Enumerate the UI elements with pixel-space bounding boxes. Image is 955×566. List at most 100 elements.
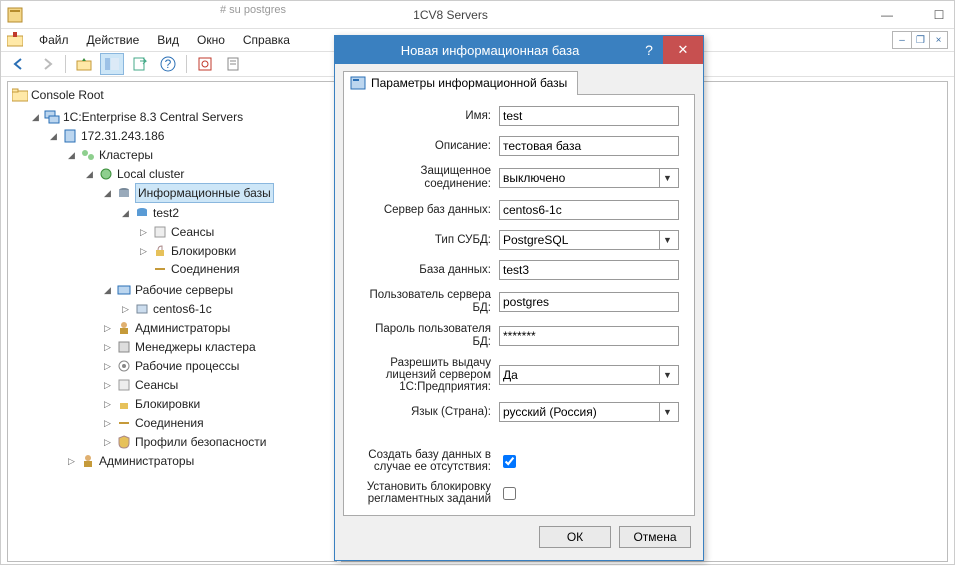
input-dbpass[interactable] [499,326,679,346]
expand-icon[interactable]: ▷ [102,360,113,371]
checkbox-block-jobs[interactable] [503,487,516,500]
expand-icon[interactable]: ▷ [102,322,113,333]
tree-connections2[interactable]: ▷Соединения [102,414,204,432]
minimize-button[interactable]: — [872,3,902,26]
tree-server-ip[interactable]: ◢172.31.243.186 [48,127,164,145]
tree-console-root[interactable]: Console Root [12,86,104,104]
expand-icon[interactable]: ▷ [102,398,113,409]
mdi-close[interactable]: × [929,32,947,48]
ok-button[interactable]: ОК [539,526,611,548]
sessions-icon [116,377,132,393]
cancel-button[interactable]: Отмена [619,526,691,548]
dialog-titlebar[interactable]: Новая информационная база ? ✕ [335,36,703,64]
collapse-icon[interactable]: ◢ [48,131,59,142]
tree-infobases[interactable]: ◢Информационные базы [102,183,274,203]
collapse-icon[interactable]: ◢ [84,169,95,180]
label-secure: Защищенное соединение: [354,165,499,191]
up-button[interactable] [72,53,96,75]
expand-icon[interactable]: ▷ [66,455,77,466]
chevron-down-icon: ▼ [659,366,675,384]
tree-cluster-managers[interactable]: ▷Менеджеры кластера [102,338,256,356]
label-dbname: База данных: [354,264,499,277]
expand-icon[interactable]: ▷ [102,379,113,390]
locks-icon [116,396,132,412]
dialog-help-button[interactable]: ? [635,42,663,58]
label-dbtype: Тип СУБД: [354,234,499,247]
mdi-minimize[interactable]: – [893,32,911,48]
combo-secure[interactable]: выключено▼ [499,168,679,188]
server-icon [62,128,78,144]
expand-icon[interactable]: ▷ [102,417,113,428]
label-dbserver: Сервер баз данных: [354,204,499,217]
admins-icon [80,453,96,469]
mmc-icon [7,32,23,48]
new-infobase-dialog: Новая информационная база ? ✕ Параметры … [334,35,704,561]
tree-ws-centos[interactable]: ▷centos6-1c [120,300,212,318]
tree-sessions2[interactable]: ▷Сеансы [102,376,178,394]
refresh-button[interactable] [193,53,217,75]
tree-ib-test2[interactable]: ◢test2 [120,204,179,222]
tree-admins[interactable]: ▷Администраторы [102,319,230,337]
tree-working-processes[interactable]: ▷Рабочие процессы [102,357,239,375]
processes-icon [116,358,132,374]
combo-dbtype[interactable]: PostgreSQL▼ [499,230,679,250]
tree-working-servers[interactable]: ◢Рабочие серверы [102,281,233,299]
infobases-icon [116,185,132,201]
input-dbname[interactable] [499,260,679,280]
forward-button[interactable] [35,53,59,75]
tree-connections[interactable]: Соединения [138,260,240,278]
show-tree-button[interactable] [100,53,124,75]
expand-icon[interactable]: ▷ [102,341,113,352]
tree-security-profiles[interactable]: ▷Профили безопасности [102,433,266,451]
menu-action[interactable]: Действие [79,31,148,49]
tree-central-servers[interactable]: ◢1C:Enterprise 8.3 Central Servers [30,108,243,126]
clusters-icon [80,147,96,163]
dialog-close-button[interactable]: ✕ [663,36,703,64]
expand-icon[interactable]: ▷ [138,246,149,257]
security-icon [116,434,132,450]
folder-icon [12,87,28,103]
admins-icon [116,320,132,336]
expand-icon[interactable]: ▷ [120,303,131,314]
label-desc: Описание: [354,140,499,153]
mdi-restore[interactable]: ❐ [911,32,929,48]
export-button[interactable] [128,53,152,75]
menu-view[interactable]: Вид [149,31,187,49]
input-desc[interactable] [499,136,679,156]
locks-icon [152,243,168,259]
input-dbserver[interactable] [499,200,679,220]
help-button[interactable]: ? [156,53,180,75]
label-dbuser: Пользователь сервера БД: [354,289,499,315]
maximize-button[interactable]: ☐ [924,3,954,26]
expand-icon[interactable]: ▷ [138,227,149,238]
servers-icon [44,109,60,125]
sessions-icon [152,224,168,240]
properties-button[interactable] [221,53,245,75]
expand-icon[interactable]: ▷ [102,436,113,447]
tree-clusters[interactable]: ◢Кластеры [66,146,153,164]
tree-local-cluster[interactable]: ◢Local cluster [84,165,184,183]
menu-help[interactable]: Справка [235,31,298,49]
tab-infobase-params[interactable]: Параметры информационной базы [343,71,578,95]
input-dbuser[interactable] [499,292,679,312]
working-servers-icon [116,282,132,298]
collapse-icon[interactable]: ◢ [102,284,113,295]
checkbox-create-db[interactable] [503,455,516,468]
menu-window[interactable]: Окно [189,31,233,49]
collapse-icon[interactable]: ◢ [102,188,113,199]
window-title: 1CV8 Servers [29,8,872,22]
collapse-icon[interactable]: ◢ [30,112,41,123]
dialog-tabstrip: Параметры информационной базы [335,64,703,94]
tree-admins2[interactable]: ▷Администраторы [66,452,194,470]
tree-panel[interactable]: Console Root ◢1C:Enterprise 8.3 Central … [7,81,337,562]
back-button[interactable] [7,53,31,75]
combo-license[interactable]: Да▼ [499,365,679,385]
menu-file[interactable]: Файл [31,31,77,49]
combo-lang[interactable]: русский (Россия)▼ [499,402,679,422]
collapse-icon[interactable]: ◢ [120,208,131,219]
tree-locks2[interactable]: ▷Блокировки [102,395,200,413]
collapse-icon[interactable]: ◢ [66,150,77,161]
input-name[interactable] [499,106,679,126]
tree-sessions[interactable]: ▷Сеансы [138,223,214,241]
tree-locks[interactable]: ▷Блокировки [138,242,236,260]
